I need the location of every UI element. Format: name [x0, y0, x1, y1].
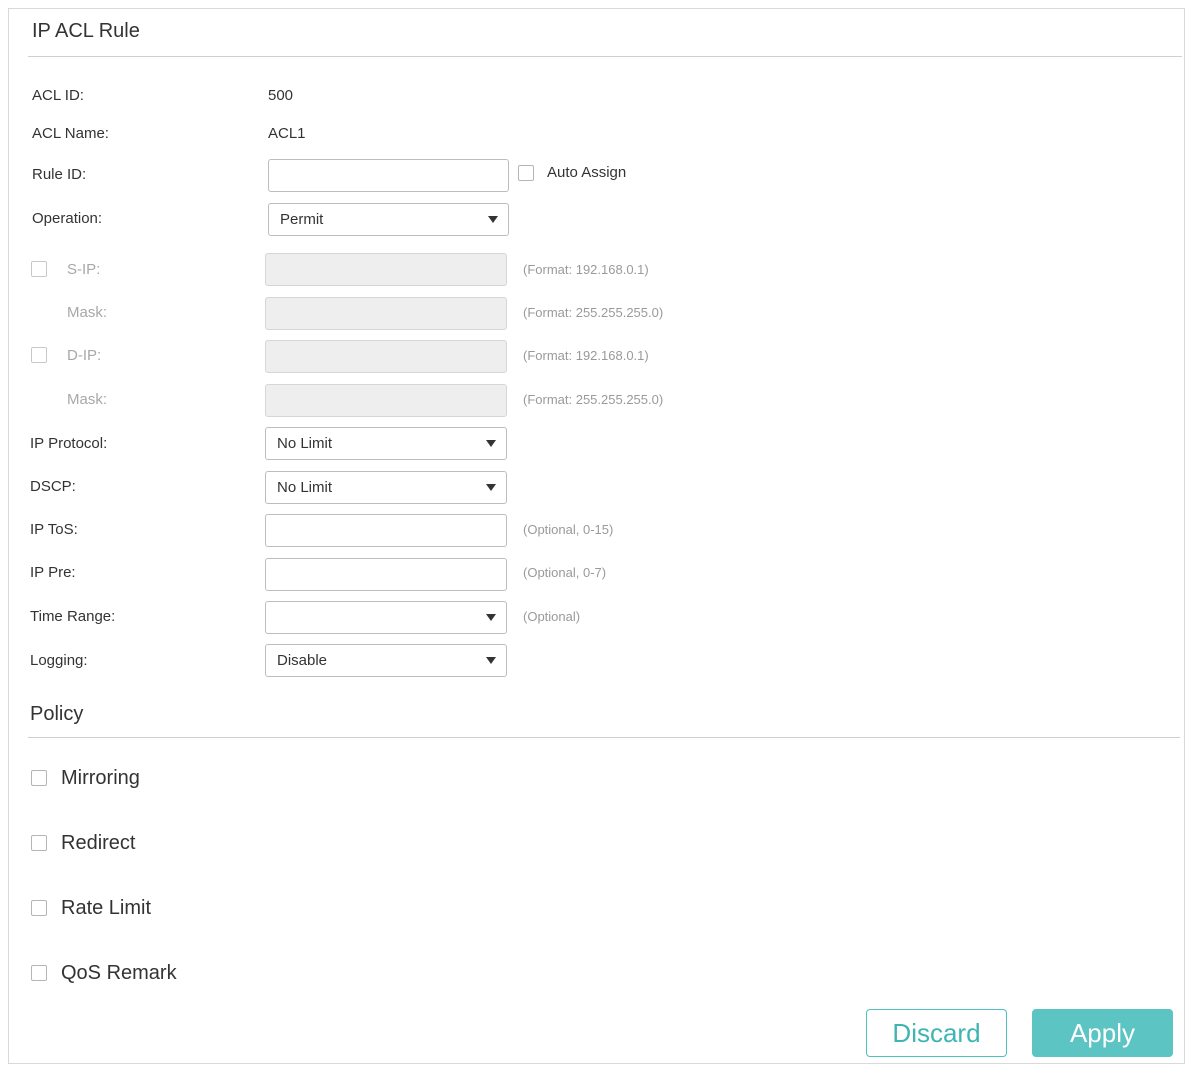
ip-tos-hint: (Optional, 0-15) — [523, 522, 614, 537]
dscp-select-value: No Limit — [277, 479, 333, 496]
section-title-policy: Policy — [30, 703, 84, 725]
dscp-label: DSCP: — [30, 478, 76, 495]
rule-id-label: Rule ID: — [32, 166, 87, 183]
dscp-select[interactable]: No Limit — [265, 471, 507, 504]
discard-button[interactable]: Discard — [866, 1009, 1007, 1057]
ip-pre-label: IP Pre: — [30, 564, 76, 581]
ip-tos-label: IP ToS: — [30, 521, 78, 538]
acl-id-value: 500 — [268, 87, 294, 104]
section-divider — [28, 56, 1182, 57]
operation-select[interactable]: Permit — [268, 203, 509, 236]
rate-limit-checkbox[interactable] — [31, 900, 47, 916]
sip-input[interactable] — [265, 253, 507, 286]
time-range-select[interactable] — [265, 601, 507, 634]
ip-pre-input[interactable] — [265, 558, 507, 591]
rule-id-input[interactable] — [268, 159, 509, 192]
source-mask-label: Mask: — [67, 304, 108, 321]
time-range-hint: (Optional) — [523, 609, 581, 624]
dip-label: D-IP: — [67, 347, 102, 364]
dip-hint: (Format: 192.168.0.1) — [523, 348, 649, 363]
ip-protocol-label: IP Protocol: — [30, 435, 108, 452]
chevron-down-icon — [488, 216, 498, 223]
section-title-ip-acl-rule: IP ACL Rule — [32, 20, 140, 42]
operation-select-value: Permit — [280, 211, 324, 228]
operation-label: Operation: — [32, 210, 103, 227]
chevron-down-icon — [486, 614, 496, 621]
ip-pre-hint: (Optional, 0-7) — [523, 565, 607, 580]
source-mask-input[interactable] — [265, 297, 507, 330]
sip-checkbox[interactable] — [31, 261, 47, 277]
qos-remark-checkbox[interactable] — [31, 965, 47, 981]
dest-mask-input[interactable] — [265, 384, 507, 417]
mirroring-label: Mirroring — [61, 767, 140, 789]
rate-limit-label: Rate Limit — [61, 897, 152, 919]
auto-assign-label: Auto Assign — [547, 164, 627, 181]
mirroring-checkbox[interactable] — [31, 770, 47, 786]
qos-remark-label: QoS Remark — [61, 962, 177, 984]
chevron-down-icon — [486, 657, 496, 664]
dip-input[interactable] — [265, 340, 507, 373]
ip-protocol-select-value: No Limit — [277, 435, 333, 452]
time-range-label: Time Range: — [30, 608, 116, 625]
redirect-label: Redirect — [61, 832, 136, 854]
acl-id-label: ACL ID: — [32, 87, 84, 104]
chevron-down-icon — [486, 440, 496, 447]
acl-name-value: ACL1 — [268, 125, 306, 142]
auto-assign-checkbox[interactable] — [518, 165, 534, 181]
ip-tos-input[interactable] — [265, 514, 507, 547]
redirect-checkbox[interactable] — [31, 835, 47, 851]
dip-checkbox[interactable] — [31, 347, 47, 363]
source-mask-hint: (Format: 255.255.255.0) — [523, 305, 664, 320]
logging-label: Logging: — [30, 652, 88, 669]
chevron-down-icon — [486, 484, 496, 491]
dest-mask-label: Mask: — [67, 391, 108, 408]
section-divider — [28, 737, 1180, 738]
ip-protocol-select[interactable]: No Limit — [265, 427, 507, 460]
sip-label: S-IP: — [67, 261, 101, 278]
dest-mask-hint: (Format: 255.255.255.0) — [523, 392, 664, 407]
logging-select-value: Disable — [277, 652, 328, 669]
acl-name-label: ACL Name: — [32, 125, 109, 142]
apply-button[interactable]: Apply — [1032, 1009, 1173, 1057]
sip-hint: (Format: 192.168.0.1) — [523, 262, 649, 277]
logging-select[interactable]: Disable — [265, 644, 507, 677]
